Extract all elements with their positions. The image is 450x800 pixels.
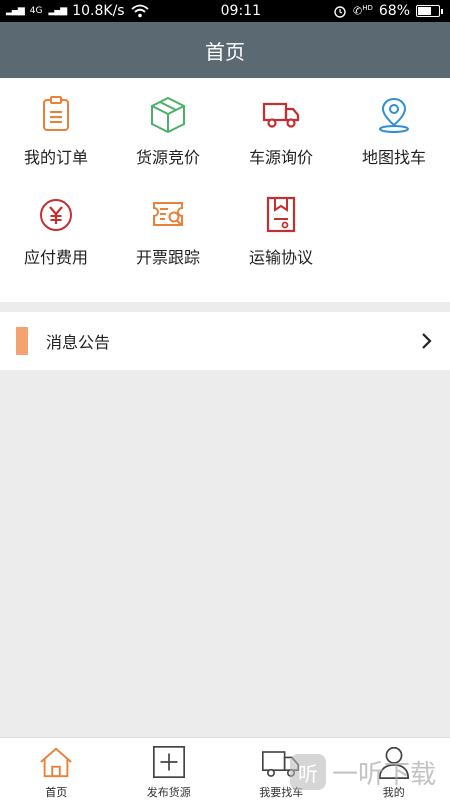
status-left: ▂▄▆ 4G ▂▄▆ 10.8K/s (6, 3, 149, 19)
grid-item-label: 地图找车 (361, 148, 426, 167)
grid-item-my-orders[interactable]: 我的订单 (0, 78, 112, 178)
notice-accent-bar (16, 327, 28, 355)
tab-home[interactable]: 首页 (0, 738, 113, 800)
battery-fill (418, 7, 431, 15)
alarm-icon (334, 6, 346, 18)
notice-bar[interactable]: 消息公告 (0, 312, 450, 370)
grid-item-invoice-tracking[interactable]: 开票跟踪 (112, 178, 224, 278)
network-speed: 10.8K/s (72, 3, 125, 19)
clock-time: 09:11 (220, 3, 261, 19)
tab-label: 发布货源 (146, 786, 191, 799)
watermark: 听 一听下载 (289, 752, 436, 792)
tab-publish-cargo[interactable]: 发布货源 (113, 738, 226, 800)
signal-icon-2: ▂▄▆ (48, 6, 67, 16)
watermark-badge: 听 (289, 754, 326, 790)
network-type: 4G (29, 6, 43, 16)
feature-grid: 我的订单 货源竞价 车源询价 地图找车 应付费用 开票跟踪 运输协议 (0, 78, 450, 302)
add-square-icon (152, 745, 185, 779)
map-pin-icon (379, 97, 409, 133)
grid-item-label: 货源竞价 (135, 148, 200, 167)
page-title: 首页 (205, 39, 245, 64)
invoice-track-icon (153, 202, 183, 226)
status-bar: ▂▄▆ 4G ▂▄▆ 10.8K/s 09:11 ✆HD 68% (0, 0, 450, 22)
grid-item-label: 车源询价 (248, 148, 313, 167)
wifi-icon (131, 4, 149, 18)
contract-doc-icon (266, 196, 296, 233)
grid-item-label: 我的订单 (23, 148, 88, 167)
yuan-coin-icon (40, 199, 72, 231)
home-icon (40, 747, 73, 778)
grid-item-label: 开票跟踪 (135, 248, 200, 267)
clipboard-icon (43, 96, 69, 131)
chevron-right-icon[interactable] (420, 330, 434, 352)
grid-item-vehicle-inquiry[interactable]: 车源询价 (225, 78, 337, 178)
hd-label: HD (362, 4, 373, 13)
status-right: ✆HD 68% (333, 3, 443, 19)
call-hd-icon: ✆HD (353, 4, 373, 18)
signal-icon: ▂▄▆ (6, 6, 25, 16)
grid-item-cargo-bidding[interactable]: 货源竞价 (112, 78, 224, 178)
app-header: 首页 (0, 22, 450, 78)
grid-item-label: 应付费用 (23, 248, 88, 267)
grid-item-transport-agreement[interactable]: 运输协议 (225, 178, 337, 278)
battery-percent: 68% (378, 3, 410, 19)
truck-icon (262, 102, 300, 128)
notice-title: 消息公告 (46, 333, 111, 352)
grid-item-payable-fees[interactable]: 应付费用 (0, 178, 112, 278)
watermark-text: 一听下载 (331, 759, 436, 790)
tab-label: 首页 (45, 786, 68, 799)
grid-item-map-find-vehicle[interactable]: 地图找车 (338, 78, 450, 178)
package-box-icon (151, 96, 185, 134)
grid-item-label: 运输协议 (248, 248, 313, 267)
battery-icon (416, 5, 443, 17)
